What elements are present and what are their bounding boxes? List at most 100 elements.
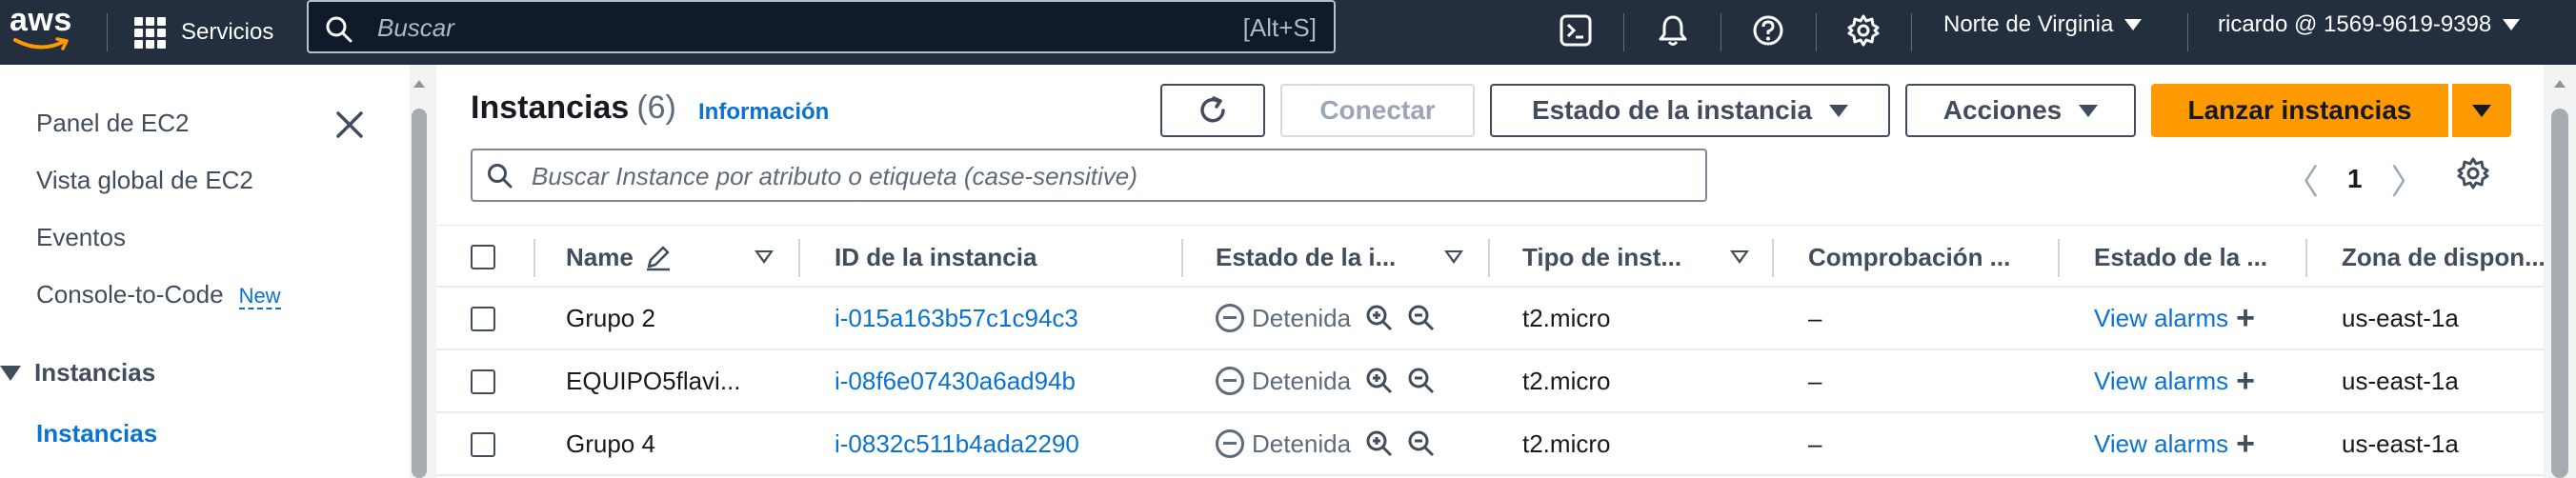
caret-down-icon: [0, 365, 21, 381]
cloudshell-icon[interactable]: [1555, 10, 1597, 51]
table-row[interactable]: EQUIPO5flavi... i-08f6e07430a6ad94b Dete…: [436, 350, 2544, 413]
main-scrollbar[interactable]: [2544, 65, 2576, 478]
scroll-up-arrow-icon[interactable]: [413, 80, 425, 88]
status-check: –: [1808, 428, 1822, 458]
instance-state-label: Detenida: [1252, 303, 1352, 332]
region-label: Norte de Virginia: [1943, 11, 2114, 37]
page-title-text: Instancias: [471, 90, 630, 126]
bell-icon[interactable]: [1652, 10, 1694, 51]
zoom-out-icon[interactable]: [1406, 303, 1437, 333]
launch-instances-button[interactable]: Lanzar instancias: [2151, 84, 2448, 137]
services-label: Servicios: [181, 19, 274, 45]
status-check: –: [1808, 303, 1822, 332]
account-menu[interactable]: ricardo @ 1569-9619-9398: [2218, 11, 2521, 38]
sidebar-item-console-to-code[interactable]: Console-to-Code New: [36, 280, 281, 309]
caret-down-icon: [2079, 104, 2099, 117]
row-checkbox[interactable]: [471, 307, 495, 331]
instance-type: t2.micro: [1522, 366, 1611, 395]
instance-id-link[interactable]: i-015a163b57c1c94c3: [835, 288, 1078, 349]
column-header-label: Name: [566, 242, 634, 271]
close-icon[interactable]: [333, 109, 366, 141]
scrollbar-thumb[interactable]: [412, 109, 427, 478]
stopped-status-icon: [1216, 304, 1244, 332]
current-page[interactable]: 1: [2347, 164, 2363, 194]
column-header-instance-type[interactable]: Tipo de inst...: [1522, 226, 1681, 289]
add-alarm-plus-icon[interactable]: +: [2236, 300, 2255, 337]
sidebar-item-ec2-dashboard[interactable]: Panel de EC2: [36, 109, 189, 138]
sidebar-item-events[interactable]: Eventos: [36, 223, 126, 252]
search-input[interactable]: Buscar [Alt+S]: [307, 0, 1336, 53]
info-link[interactable]: Información: [698, 99, 829, 126]
column-header-status-check[interactable]: Comprobación ...: [1808, 226, 2010, 289]
instance-type: t2.micro: [1522, 428, 1611, 458]
zoom-in-icon[interactable]: [1364, 366, 1395, 396]
region-selector[interactable]: Norte de Virginia: [1943, 11, 2143, 38]
new-badge: New: [238, 284, 281, 309]
column-header-instance-id[interactable]: ID de la instancia: [835, 226, 1036, 289]
help-icon[interactable]: [1747, 10, 1789, 51]
scrollbar-thumb[interactable]: [2551, 109, 2568, 478]
chevron-left-icon[interactable]: 〈: [2284, 154, 2319, 204]
instance-state-button[interactable]: Estado de la instancia: [1490, 84, 1890, 137]
view-alarms-link[interactable]: View alarms: [2094, 367, 2228, 396]
scroll-up-arrow-icon[interactable]: [2554, 80, 2566, 88]
sort-icon[interactable]: [755, 250, 774, 264]
instance-id-link[interactable]: i-08f6e07430a6ad94b: [835, 350, 1076, 411]
table-row[interactable]: Grupo 2 i-015a163b57c1c94c3 Detenida t2.…: [436, 288, 2544, 350]
main-content: Instancias (6) Información Conectar Estad…: [429, 65, 2546, 478]
column-header-availability-zone[interactable]: Zona de dispon...: [2342, 226, 2546, 289]
zoom-out-icon[interactable]: [1406, 428, 1437, 459]
row-checkbox[interactable]: [471, 432, 495, 457]
column-separator: [1772, 239, 1774, 277]
column-header-instance-state[interactable]: Estado de la i...: [1216, 226, 1396, 289]
instance-name: Grupo 4: [566, 428, 655, 458]
nav-divider: [107, 13, 108, 51]
column-separator: [1488, 239, 1490, 277]
column-header-name[interactable]: Name: [566, 226, 674, 289]
sidebar: Panel de EC2 Vista global de EC2 Eventos…: [0, 65, 410, 478]
actions-button[interactable]: Acciones: [1905, 84, 2136, 137]
search-shortcut: [Alt+S]: [1242, 13, 1317, 42]
instance-name: Grupo 2: [566, 303, 655, 332]
search-placeholder: Buscar: [377, 13, 454, 42]
column-separator: [2305, 239, 2307, 277]
refresh-button[interactable]: [1160, 84, 1265, 137]
chevron-right-icon[interactable]: 〉: [2391, 154, 2425, 204]
connect-button[interactable]: Conectar: [1280, 84, 1475, 137]
view-alarms-link[interactable]: View alarms: [2094, 429, 2228, 459]
column-header-alarm-status[interactable]: Estado de la ...: [2094, 226, 2267, 289]
gear-icon[interactable]: [1842, 10, 1884, 51]
aws-logo-text: aws: [10, 2, 72, 38]
sidebar-section-instances[interactable]: Instancias: [0, 358, 155, 388]
edit-pencil-icon: [646, 246, 670, 271]
zoom-in-icon[interactable]: [1364, 303, 1395, 333]
select-all-checkbox[interactable]: [471, 245, 495, 269]
sort-icon[interactable]: [1730, 250, 1749, 264]
aws-logo[interactable]: aws: [8, 2, 72, 57]
instance-state: Detenida: [1216, 288, 1437, 349]
add-alarm-plus-icon[interactable]: +: [2236, 426, 2255, 463]
view-alarms-link[interactable]: View alarms: [2094, 304, 2228, 333]
account-label: ricardo @ 1569-9619-9398: [2218, 11, 2492, 37]
alarm-status: View alarms +: [2094, 413, 2255, 474]
sidebar-scrollbar[interactable]: [410, 65, 429, 478]
instance-filter-input[interactable]: Buscar Instance por atributo o etiqueta …: [471, 149, 1707, 202]
sort-icon[interactable]: [1444, 250, 1463, 264]
row-checkbox[interactable]: [471, 369, 495, 394]
sidebar-item-label: Console-to-Code: [36, 280, 224, 309]
table-row[interactable]: Grupo 4 i-0832c511b4ada2290 Detenida t2.…: [436, 413, 2544, 476]
add-alarm-plus-icon[interactable]: +: [2236, 363, 2255, 400]
apps-grid-icon: [133, 16, 166, 49]
instance-id-link[interactable]: i-0832c511b4ada2290: [835, 413, 1079, 474]
services-menu-button[interactable]: Servicios: [133, 10, 273, 55]
caret-down-icon: [1829, 104, 1849, 117]
sidebar-item-instances[interactable]: Instancias: [36, 419, 157, 448]
sidebar-item-ec2-global-view[interactable]: Vista global de EC2: [36, 166, 253, 195]
zoom-out-icon[interactable]: [1406, 366, 1437, 396]
nav-divider: [2187, 13, 2188, 51]
instance-state: Detenida: [1216, 350, 1437, 411]
zoom-in-icon[interactable]: [1364, 428, 1395, 459]
launch-instances-dropdown[interactable]: [2452, 84, 2511, 137]
table-settings-gear-icon[interactable]: [2456, 156, 2490, 190]
nav-divider: [1911, 13, 1912, 51]
